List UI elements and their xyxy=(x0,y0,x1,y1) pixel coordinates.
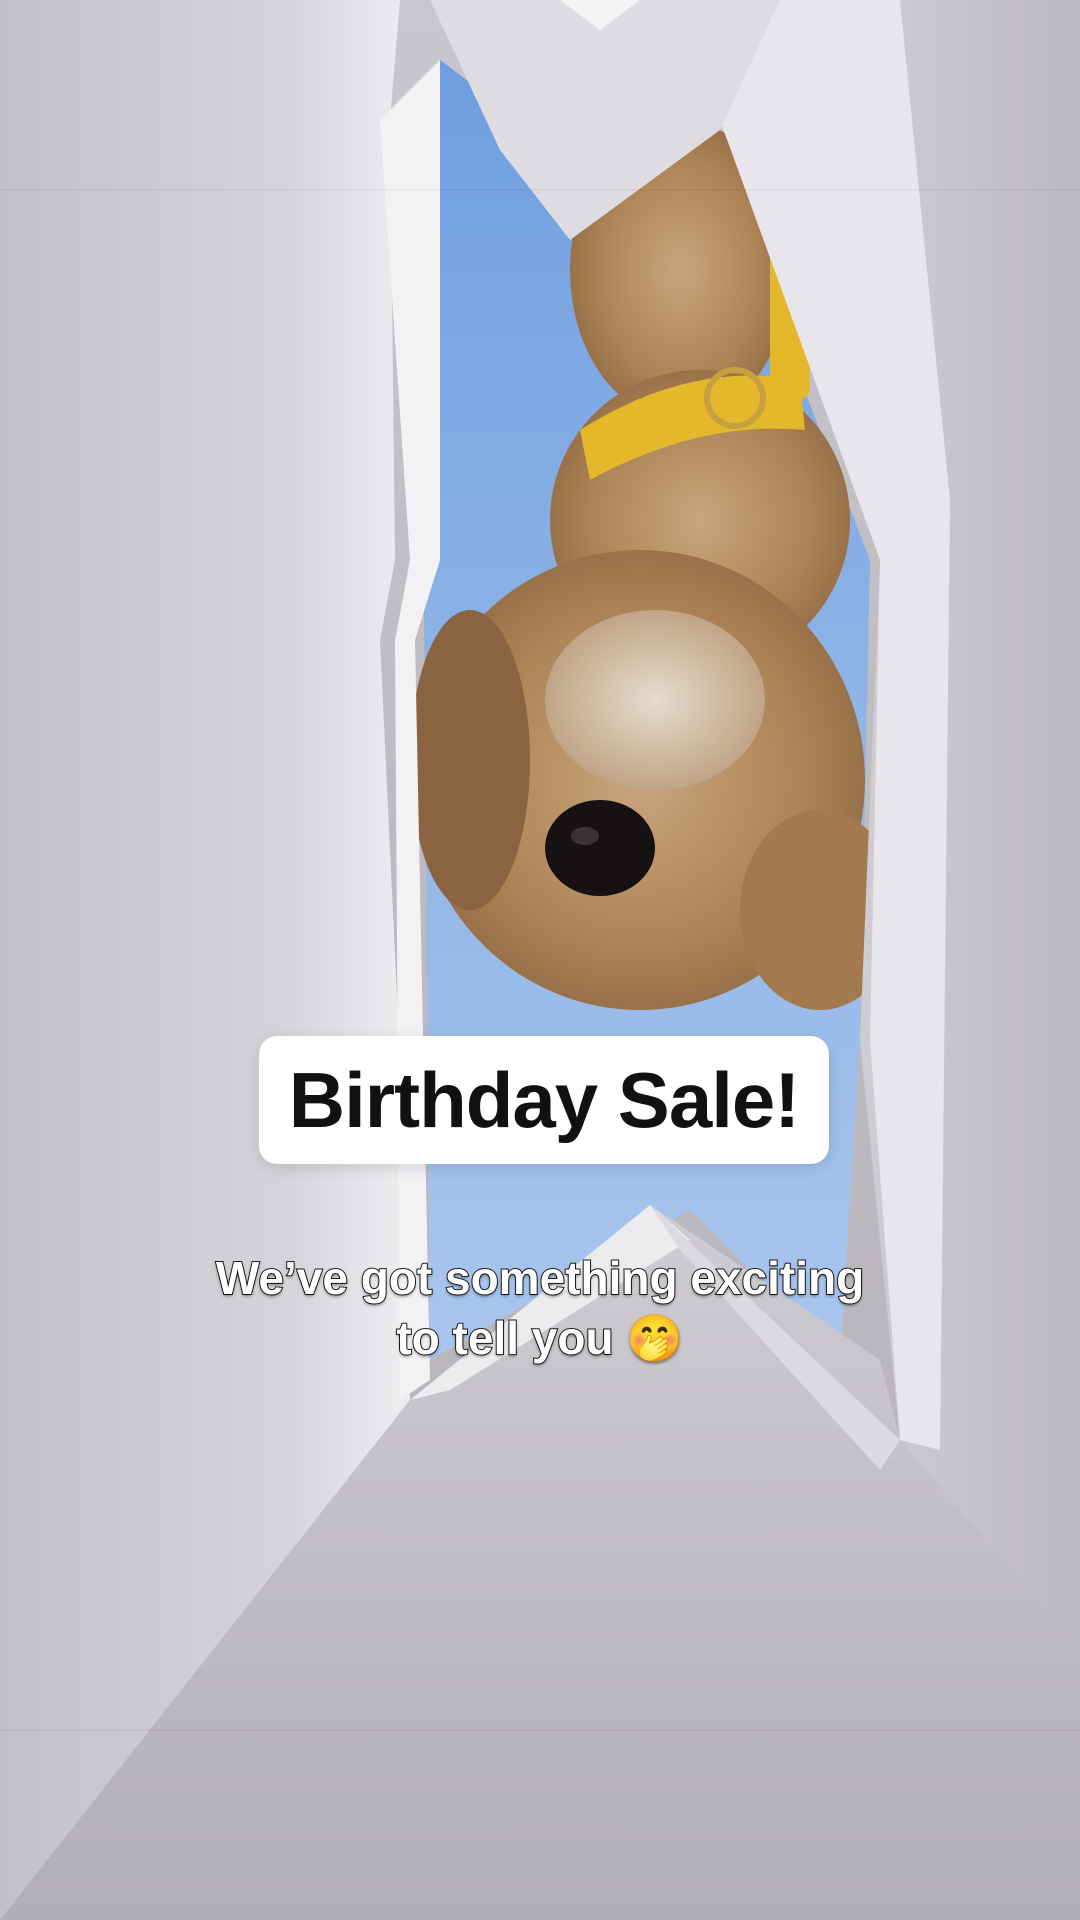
caption-banner: Birthday Sale! xyxy=(259,1036,829,1164)
subtitle-line-1: We’ve got something exciting xyxy=(215,1251,865,1305)
gift-bag-scene xyxy=(0,0,1080,1920)
subtitle-text: We’ve got something exciting to tell you… xyxy=(140,1248,940,1368)
caption-title: Birthday Sale! xyxy=(288,1055,800,1144)
subtitle-line-2: to tell you 🤭 xyxy=(395,1311,684,1365)
video-frame: Birthday Sale! We’ve got something excit… xyxy=(0,0,1080,1920)
